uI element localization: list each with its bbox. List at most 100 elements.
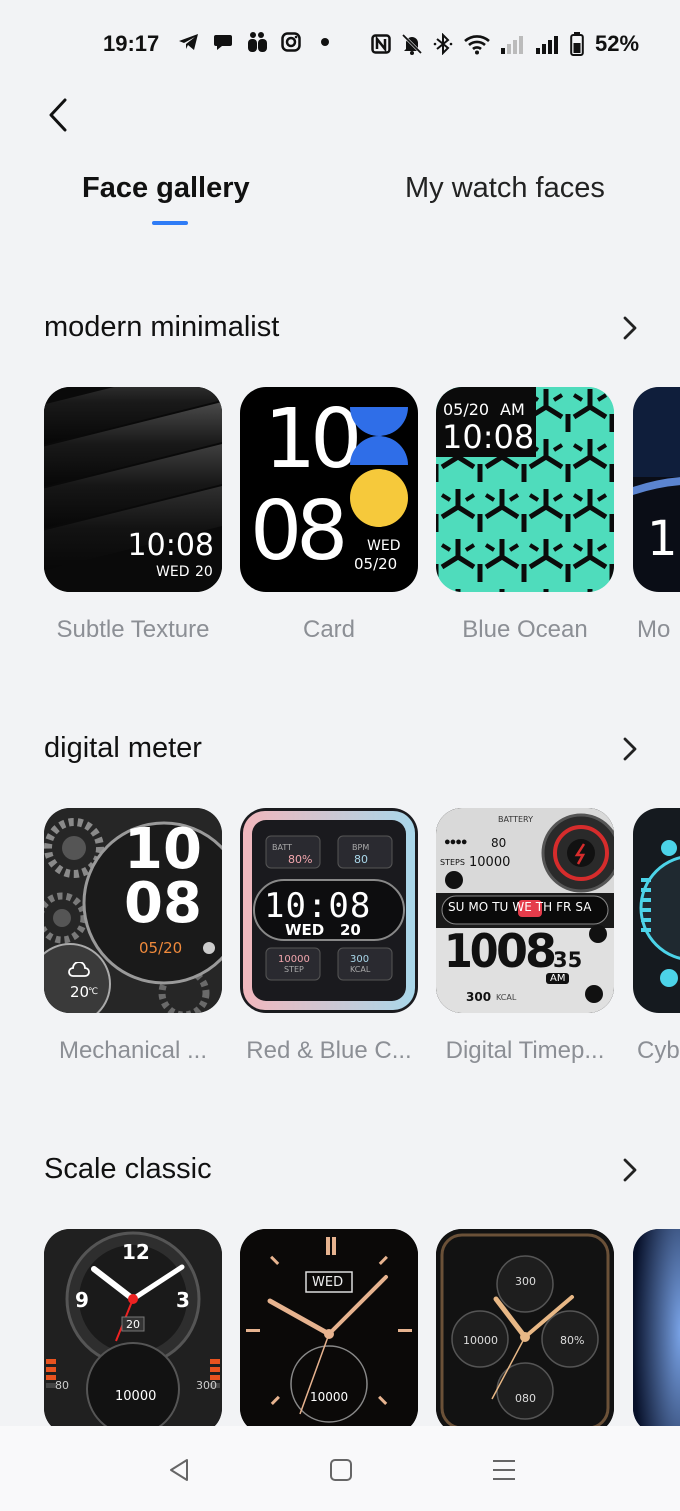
watch-face-tile[interactable]: 1 [633,387,680,592]
face-day: WED [367,538,401,554]
back-triangle-icon [170,1459,188,1481]
face-date: 05/20 [443,400,490,419]
system-nav-bar [0,1426,680,1511]
tab-face-gallery[interactable]: Face gallery [82,172,250,205]
section-more-button[interactable] [617,1155,643,1185]
face-left: 10000 [463,1334,498,1347]
watch-face-tile[interactable]: 10 08 05/20 20 ℃ [44,808,222,1013]
face-top: 300 [515,1275,536,1288]
weekday: FR [556,900,572,914]
tile-label: Mo [637,616,671,643]
chevron-left-icon [49,98,67,132]
face-steps: 10000 [310,1390,349,1404]
status-time: 19:17 [103,31,160,56]
face-kcal: 300 [350,954,370,965]
face-day: WED [312,1275,344,1290]
face-digit: 1 [647,511,678,567]
tile-label: Mechanical ... [58,1037,208,1064]
face-hour: 10 [444,924,499,978]
home-square-icon [330,1459,352,1481]
mute-bell-icon [401,33,423,55]
watch-face-tile[interactable]: BATT 80% BPM 80 10:08 WED 20 10000 STEP … [240,808,418,1013]
face-batt: 80% [288,853,313,866]
weekday-active: WE [512,900,532,914]
tile-label: Subtle Texture [56,616,210,643]
cloud-icon [68,961,90,983]
face-temp-unit: ℃ [88,987,99,997]
watch-face-tile[interactable]: 10 08 WED 05/20 [240,387,418,592]
instagram-icon [280,31,302,53]
watch-face-tile[interactable] [633,1229,680,1434]
face-date: 05/20 [354,555,398,573]
chevron-right-icon [623,1158,637,1182]
section-more-button[interactable] [617,313,643,343]
battery-icon [570,32,584,56]
face-date: 20 [340,921,361,939]
face-hour: 10 [124,817,202,882]
weekday: TH [535,900,553,914]
chevron-right-icon [623,737,637,761]
weekday-strip: SU MO TU WE TH FR SA [448,900,591,914]
face-kcal-label: KCAL [496,993,517,1002]
face-steps-label: STEP [284,965,304,974]
watch-face-tile[interactable]: BATTERY ●●●● 80 STEPS 10000 SU MO TU WE … [436,808,614,1013]
tile-label: Digital Timep... [445,1037,605,1064]
recents-menu-icon [493,1460,515,1480]
section-title-modern-minimalist: modern minimalist [44,311,280,343]
section-more-button[interactable] [617,734,643,764]
face-time: 10:08 [442,418,535,456]
face-bpm-label: BPM [352,843,370,852]
face-kcal-label: KCAL [350,965,371,974]
signal-weak-icon [500,33,526,55]
face-time: 10:08 [127,528,214,563]
section-title-scale-classic: Scale classic [44,1153,212,1185]
face-bpm: 80 [354,853,368,866]
family-icon [246,31,268,53]
tile-label: Card [302,616,356,643]
weekday: SA [575,900,592,914]
status-bar: 19:17 52% [0,0,680,92]
watch-face-tile[interactable]: 12 9 3 20 10000 80 300 [44,1229,222,1434]
face-minute: 08 [496,924,557,978]
nav-recents-button[interactable] [487,1453,521,1487]
wifi-icon [463,33,491,55]
telegram-icon [178,31,200,53]
watch-face-tile[interactable]: 05/20 AM 10:08 [436,387,614,592]
nav-home-button[interactable] [324,1453,358,1487]
face-9: 9 [75,1288,89,1312]
face-ampm: AM [500,400,525,419]
watch-face-tile[interactable]: 10:08 WED 20 [44,387,222,592]
tile-label: Cyb [637,1037,680,1064]
face-minute: 08 [124,871,202,936]
face-battery: 80 [491,836,507,850]
tab-active-indicator [152,221,188,225]
face-seconds: 35 [553,948,583,972]
face-date: 20 [126,1318,140,1331]
back-button[interactable] [38,93,78,137]
face-left: 80 [55,1379,69,1392]
chevron-right-icon [623,316,637,340]
face-battery-label: BATTERY [498,815,533,824]
face-steps-label: STEPS [440,858,465,867]
face-steps: 10000 [469,855,511,870]
tab-my-watch-faces[interactable]: My watch faces [405,172,605,205]
face-bottom: 080 [515,1392,536,1405]
face-day: WED [285,921,325,939]
weekday: MO [468,900,489,914]
watch-face-tile[interactable]: 300 10000 80% 080 [436,1229,614,1434]
face-12: 12 [122,1240,150,1264]
tile-label: Red & Blue C... [246,1037,412,1064]
watch-face-tile[interactable] [633,808,680,1013]
face-time: 10:08 [264,886,372,926]
watch-face-tile[interactable]: WED 10000 [240,1229,418,1434]
battery-percent: 52% [595,31,640,56]
face-right: 80% [560,1334,585,1347]
face-date: 20 [195,564,213,580]
face-3: 3 [176,1288,190,1312]
weekday: SU [448,900,465,914]
nav-back-button[interactable] [162,1453,196,1487]
weekday: TU [492,900,509,914]
bluetooth-icon [432,33,454,55]
face-day: WED [156,564,190,580]
section-title-digital-meter: digital meter [44,732,202,764]
